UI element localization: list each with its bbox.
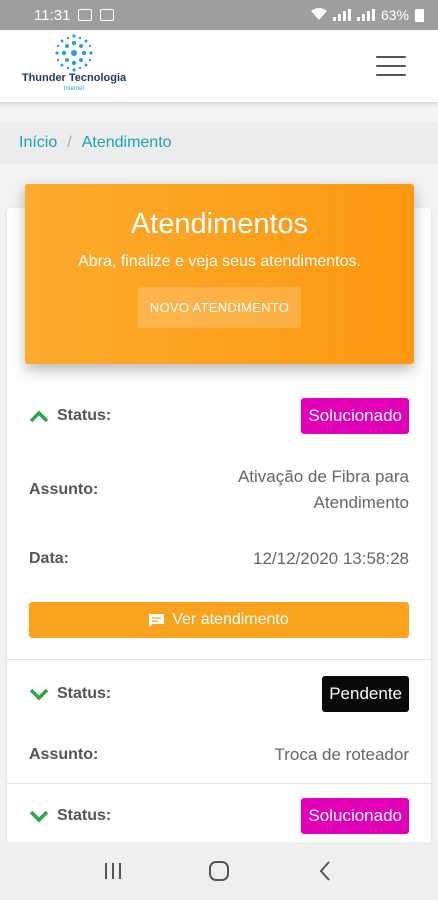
- menu-bar: [376, 74, 406, 76]
- status-label: Status:: [57, 807, 112, 824]
- ticket-toggle[interactable]: Status:: [29, 407, 111, 425]
- view-ticket-label: Ver atendimento: [172, 611, 289, 628]
- brand-logo[interactable]: Thunder Tecnologia Internet: [18, 34, 130, 94]
- date-label: Data:: [29, 550, 70, 567]
- ticket-status-row: Status: Solucionado: [29, 398, 409, 434]
- ticket-subject-row: Assunto: Troca de roteador: [29, 742, 409, 768]
- chevron-down-icon: [29, 810, 49, 823]
- chevron-up-icon: [29, 410, 49, 423]
- chat-icon: [149, 613, 165, 627]
- ticket-date-row: Data: 12/12/2020 13:58:28: [29, 546, 409, 572]
- breadcrumb-home-link[interactable]: Início: [19, 134, 57, 152]
- battery-icon: [415, 8, 424, 22]
- ticket-item: Status: Solucionado Assunto: Ativação de…: [7, 378, 431, 660]
- logo-mark-icon: [55, 34, 93, 72]
- status-badge: Solucionado: [301, 798, 409, 834]
- subject-label: Assunto:: [29, 481, 99, 498]
- system-nav-bar: [0, 842, 438, 900]
- signal-2-icon: [356, 9, 375, 21]
- subject-label: Assunto:: [29, 746, 99, 763]
- menu-bar: [376, 56, 406, 58]
- ticket-toggle[interactable]: Status:: [29, 807, 111, 825]
- ticket-item: Status: Pendente Assunto: Troca de rotea…: [7, 660, 431, 784]
- hero-banner: Atendimentos Abra, finalize e veja seus …: [25, 184, 414, 364]
- download-notification-icon: [100, 9, 115, 21]
- subject-line-1: Ativação de Fibra para: [237, 467, 409, 486]
- subject-value: Troca de roteador: [274, 745, 410, 764]
- page-title: Atendimentos: [130, 208, 309, 240]
- ticket-item: Status: Solucionado: [7, 784, 431, 842]
- brand-subtitle: Internet: [63, 86, 85, 92]
- ticket-subject-row: Assunto: Ativação de Fibra para Atendime…: [29, 464, 409, 516]
- view-ticket-button[interactable]: Ver atendimento: [29, 602, 409, 638]
- ticket-toggle[interactable]: Status:: [29, 685, 111, 703]
- system-status-bar: 11:31 63%: [0, 0, 438, 30]
- wifi-icon: [310, 7, 327, 23]
- ticket-status-row: Status: Pendente: [29, 676, 409, 712]
- new-ticket-button[interactable]: NOVO ATENDIMENTO: [137, 287, 302, 328]
- breadcrumb-current-link[interactable]: Atendimento: [82, 134, 172, 152]
- battery-level: 63%: [380, 7, 409, 23]
- status-label: Status:: [57, 685, 112, 702]
- recents-icon[interactable]: [98, 856, 128, 886]
- app-header: Thunder Tecnologia Internet: [0, 30, 438, 102]
- subject-value: Ativação de Fibra para Atendimento: [238, 464, 409, 516]
- page-subtitle: Abra, finalize e veja seus atendimentos.: [78, 253, 361, 270]
- subject-line-2: Atendimento: [313, 493, 409, 512]
- date-value: 12/12/2020 13:58:28: [253, 549, 409, 568]
- breadcrumb-separator: /: [67, 134, 72, 151]
- breadcrumb: Início / Atendimento: [0, 122, 438, 164]
- clock: 11:31: [34, 6, 71, 24]
- status-label: Status:: [57, 407, 112, 424]
- menu-bar: [376, 65, 406, 67]
- ticket-status-row: Status: Solucionado: [29, 798, 409, 834]
- signal-icon: [332, 9, 351, 21]
- status-badge: Solucionado: [301, 398, 409, 434]
- home-icon[interactable]: [204, 856, 234, 886]
- menu-icon[interactable]: [376, 56, 406, 76]
- image-notification-icon: [78, 9, 93, 21]
- chevron-down-icon: [29, 688, 49, 701]
- brand-name: Thunder Tecnologia: [21, 72, 127, 84]
- status-badge: Pendente: [322, 676, 409, 712]
- back-icon[interactable]: [310, 856, 340, 886]
